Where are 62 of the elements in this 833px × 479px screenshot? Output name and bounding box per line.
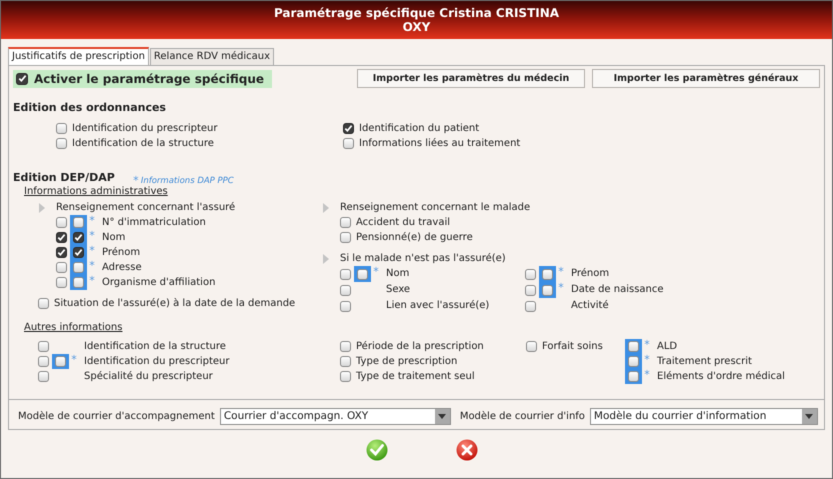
dropdown-value: Courrier d'accompagn. OXY — [224, 410, 368, 423]
checkbox-label: Date de naissance — [571, 284, 664, 296]
checkbox-label: Accident du travail — [356, 216, 450, 229]
checkbox-label: Type de prescription — [356, 356, 458, 368]
checkbox-label: Activité — [571, 300, 609, 312]
checkbox-label: Sexe — [386, 284, 410, 296]
checkbox-label: Pensionné(e) de guerre — [356, 232, 473, 244]
required-mark: * — [643, 339, 651, 350]
checkbox-label: Période de la prescription — [356, 340, 484, 353]
required-mark: * — [88, 275, 96, 286]
checkbox-label: Identification de la structure — [84, 340, 226, 353]
checkbox-label: Forfait soins — [542, 340, 603, 353]
dropdown[interactable]: Modèle du courrier d'information — [590, 408, 818, 425]
checkbox-label: Identification du prescripteur — [84, 356, 230, 368]
required-mark: * — [643, 354, 651, 366]
group-title: Renseignement concernant le malade — [340, 202, 530, 214]
dropdown[interactable]: Courrier d'accompagn. OXY — [220, 408, 451, 425]
tab[interactable]: Justificatifs de prescription — [8, 47, 149, 65]
checkbox-label: Eléments d'ordre médical — [657, 370, 785, 383]
checkbox-label: Traitement prescrit — [657, 356, 752, 368]
required-mark: * — [70, 354, 78, 366]
checkbox-label: Nom — [102, 232, 126, 244]
checkbox-label: Organisme d'affiliation — [102, 276, 216, 289]
checkbox-label: Identification du prescripteur — [72, 122, 218, 135]
activate-label: Activer le paramétrage spécifique — [34, 72, 264, 86]
required-mark: * — [133, 175, 139, 186]
required-mark: * — [557, 266, 565, 278]
required-mark: * — [88, 215, 96, 226]
required-mark: * — [557, 282, 565, 294]
checkbox-label: Lien avec l'assuré(e) — [386, 300, 490, 312]
dropdown-label: Modèle de courrier d'accompagnement — [18, 410, 215, 422]
checkbox-label: Identification de la structure — [72, 138, 214, 150]
checkbox-label: ALD — [657, 340, 678, 353]
tab[interactable]: Relance RDV médicaux — [150, 48, 274, 65]
required-mark: * — [372, 266, 380, 278]
subsection-title: Autres informations — [24, 322, 122, 336]
section-title: Edition DEP/DAP — [13, 171, 115, 186]
required-mark: * — [88, 245, 96, 256]
checkbox-label: Informations liées au traitement — [359, 138, 520, 150]
checkbox-label: Situation de l'assuré(e) à la date de la demande — [54, 298, 296, 310]
required-mark: * — [88, 260, 96, 272]
checkbox-label: Type de traitement seul — [356, 370, 475, 383]
checkbox-label: Adresse — [102, 262, 142, 274]
checkbox-label: Nom — [386, 268, 410, 280]
group-title: Renseignement concernant l'assuré — [56, 202, 236, 214]
window-title: OXY — [402, 20, 430, 34]
checkbox-label: Identification du patient — [359, 122, 480, 135]
required-mark: * — [88, 230, 96, 242]
checkbox-label: Spécialité du prescripteur — [84, 370, 213, 383]
legend-text: Informations DAP PPC — [140, 176, 234, 186]
import-button[interactable]: Importer les paramètres du médecin — [357, 69, 585, 88]
dropdown-label: Modèle de courrier d'info — [460, 410, 585, 422]
checkbox-label: Prénom — [102, 246, 140, 259]
dropdown-value: Modèle du courrier d'information — [594, 410, 766, 423]
required-mark: * — [643, 369, 651, 380]
import-button[interactable]: Importer les paramètres généraux — [592, 69, 820, 88]
checkbox-label: Prénom — [571, 268, 610, 280]
checkbox-label: N° d'immatriculation — [102, 216, 206, 229]
window-title: Paramétrage spécifique Cristina CRISTINA — [274, 6, 560, 20]
section-title: Edition des ordonnances — [13, 101, 167, 116]
group-title: Si le malade n'est pas l'assuré(e) — [340, 252, 506, 265]
subsection-title: Informations administratives — [24, 186, 168, 200]
